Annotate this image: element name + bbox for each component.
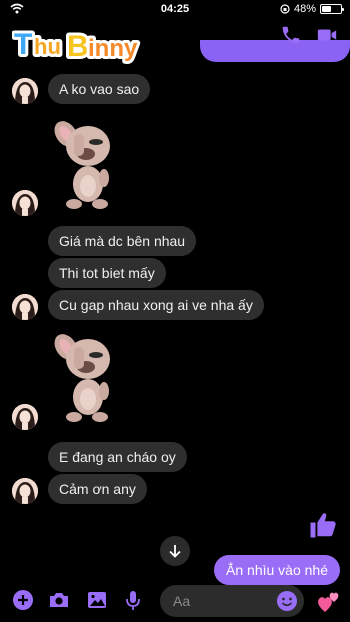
- svg-text:hu: hu: [34, 34, 61, 59]
- plus-icon[interactable]: [12, 589, 34, 611]
- thubinny-logo: T hu B inny: [12, 25, 141, 64]
- phone-icon[interactable]: [280, 24, 302, 46]
- message-bubble[interactable]: E đang an cháo oy: [48, 442, 187, 472]
- avatar[interactable]: [12, 404, 38, 430]
- battery-icon: [320, 4, 344, 14]
- message-input-placeholder: Aa: [173, 593, 191, 609]
- message-bubble[interactable]: Cảm ơn any: [48, 474, 147, 504]
- status-bar: 04:25 48%: [0, 0, 350, 18]
- scroll-to-bottom-button[interactable]: [160, 536, 190, 566]
- svg-text:T: T: [14, 28, 32, 61]
- svg-text:B: B: [67, 30, 89, 63]
- bunny-facepalm-sticker[interactable]: [52, 325, 116, 425]
- arrow-down-icon: [169, 545, 181, 558]
- message-bubble[interactable]: Thi tot biet mấy: [48, 258, 166, 288]
- hearts-icon[interactable]: [316, 588, 342, 614]
- message-input[interactable]: Aa: [160, 585, 304, 617]
- message-bubble[interactable]: Cu gap nhau xong ai ve nha ấy: [48, 290, 264, 320]
- message-bubble[interactable]: Giá mà dc bên nhau: [48, 226, 197, 256]
- avatar[interactable]: [12, 78, 38, 104]
- thumbs-up-icon[interactable]: [308, 510, 338, 540]
- image-icon[interactable]: [86, 589, 108, 611]
- svg-text:inny: inny: [88, 35, 138, 62]
- avatar[interactable]: [12, 294, 38, 320]
- camera-icon[interactable]: [48, 589, 70, 611]
- orientation-lock-icon: [280, 4, 290, 14]
- bunny-facepalm-sticker[interactable]: [52, 112, 116, 212]
- message-composer: Aa: [0, 580, 350, 622]
- emoji-icon[interactable]: [276, 590, 298, 612]
- avatar[interactable]: [12, 478, 38, 504]
- microphone-icon[interactable]: [122, 589, 144, 611]
- avatar[interactable]: [12, 190, 38, 216]
- battery-percent: 48%: [293, 3, 316, 15]
- message-bubble[interactable]: A ko vao sao: [48, 74, 151, 104]
- video-camera-icon[interactable]: [316, 24, 338, 46]
